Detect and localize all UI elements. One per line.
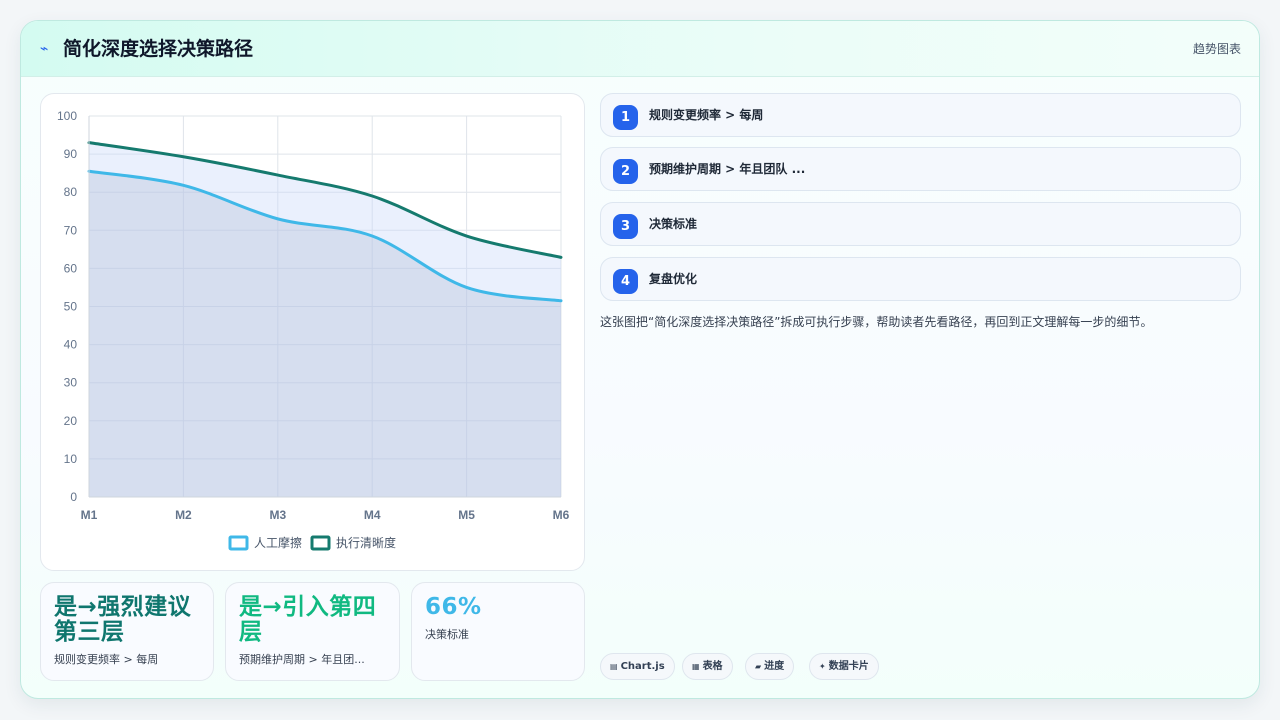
stat-card-2: 是→引入第四层 预期维护周期 > 年且团... — [225, 582, 400, 681]
step-item-3[interactable]: 3 决策标准 — [600, 202, 1241, 246]
step-item-2[interactable]: 2 预期维护周期 > 年且团队 ... — [600, 147, 1241, 191]
step-number: 1 — [613, 105, 638, 130]
step-number: 3 — [613, 214, 638, 239]
sparkle-icon: ✦ — [819, 662, 826, 671]
x-tick-label: M4 — [364, 508, 381, 522]
x-tick-label: M5 — [458, 508, 475, 522]
sparkle-line-icon: ⌁ — [40, 41, 49, 57]
legend-swatch — [228, 535, 249, 551]
stat-value: 是→引入第四层 — [239, 594, 377, 645]
y-tick-label: 60 — [64, 261, 78, 275]
y-tick-label: 40 — [64, 338, 78, 352]
x-tick-label: M1 — [81, 508, 98, 522]
step-number: 2 — [613, 159, 638, 184]
stat-card-3: 66% 决策标准 — [411, 582, 585, 681]
tag-chartjs[interactable]: ▤ Chart.js — [600, 653, 675, 680]
x-tick-label: M3 — [269, 508, 286, 522]
x-tick-label: M6 — [553, 508, 570, 522]
legend-label: 人工摩擦 — [254, 535, 302, 550]
card-header: ⌁ 简化深度选择决策路径 趋势图表 — [21, 21, 1259, 77]
y-tick-label: 0 — [70, 490, 77, 504]
y-tick-label: 10 — [64, 452, 78, 466]
line-chart-panel: 0 10 20 30 40 50 60 70 80 90 100 M1 M2 M3 M4 M5 M6 人工摩擦 执行… — [40, 93, 585, 571]
page-title: 简化深度选择决策路径 — [63, 38, 254, 60]
chart-description: 这张图把“简化深度选择决策路径”拆成可执行步骤，帮助读者先看路径，再回到正文理解… — [600, 315, 1153, 329]
y-tick-label: 90 — [64, 147, 78, 161]
stat-label: 规则变更频率 > 每周 — [54, 653, 159, 666]
step-item-4[interactable]: 4 复盘优化 — [600, 257, 1241, 301]
chart-icon: ▤ — [610, 662, 618, 671]
tag-label: 数据卡片 — [828, 661, 869, 672]
tag-label: Chart.js — [620, 661, 665, 672]
stat-label: 预期维护周期 > 年且团... — [239, 653, 365, 666]
stat-value: 66% — [425, 594, 482, 620]
table-icon: ▦ — [692, 662, 700, 671]
stat-value: 是→强烈建议第三层 — [54, 594, 192, 645]
tag-label: 进度 — [764, 661, 785, 672]
tag-label: 表格 — [702, 661, 723, 672]
step-text: 复盘优化 — [649, 272, 698, 286]
line-chart: 0 10 20 30 40 50 60 70 80 90 100 M1 M2 M3 M4 M5 M6 人工摩擦 执行… — [57, 109, 570, 551]
y-tick-label: 50 — [64, 300, 78, 314]
y-tick-label: 100 — [57, 109, 77, 123]
y-tick-label: 80 — [64, 185, 78, 199]
stat-card-1: 是→强烈建议第三层 规则变更频率 > 每周 — [40, 582, 214, 681]
legend-swatch — [310, 535, 331, 551]
x-tick-label: M2 — [175, 508, 192, 522]
y-tick-label: 30 — [64, 376, 78, 390]
y-tick-label: 70 — [64, 223, 78, 237]
step-text: 决策标准 — [649, 217, 698, 231]
chart-type-badge: 趋势图表 — [1192, 42, 1241, 56]
step-text: 预期维护周期 > 年且团队 ... — [649, 162, 806, 176]
progress-icon: ▰ — [755, 662, 762, 671]
step-text: 规则变更频率 > 每周 — [649, 108, 764, 122]
step-number: 4 — [613, 269, 638, 294]
legend-label: 执行清晰度 — [336, 535, 396, 550]
step-item-1[interactable]: 1 规则变更频率 > 每周 — [600, 93, 1241, 137]
tag-data-card[interactable]: ✦ 数据卡片 — [809, 653, 879, 680]
tag-table[interactable]: ▦ 表格 — [682, 653, 733, 680]
stat-label: 决策标准 — [425, 628, 469, 641]
main-card: ⌁ 简化深度选择决策路径 趋势图表 0 10 20 30 40 50 60 70 80 90 100… — [20, 20, 1260, 699]
y-tick-label: 20 — [64, 414, 78, 428]
tag-progress[interactable]: ▰ 进度 — [745, 653, 795, 680]
